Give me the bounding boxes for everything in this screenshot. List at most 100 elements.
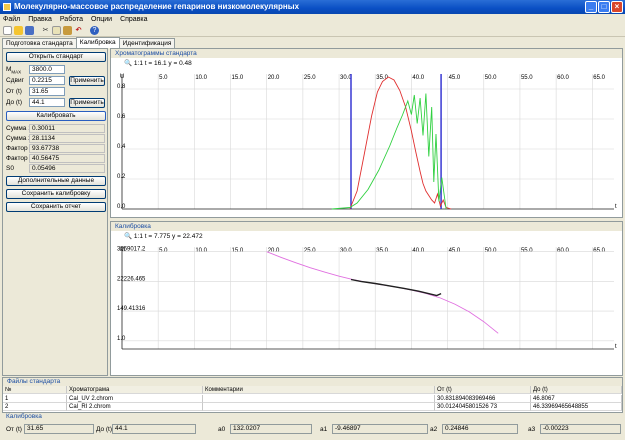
maximize-button[interactable]: □	[598, 1, 610, 13]
table-row[interactable]: 2 Cal_RI 2.chrom 30.0124045801526 73 46.…	[3, 403, 622, 411]
calibrate-button[interactable]: Калибровать	[6, 111, 106, 121]
x-tick-label: 45.0	[449, 75, 461, 81]
menu-file[interactable]: Файл	[3, 14, 20, 25]
x-axis-label: t	[615, 204, 617, 210]
window-titlebar[interactable]: Молекулярно-массовое распределение гепар…	[0, 0, 625, 14]
x-tick-label: 35.0	[376, 248, 388, 254]
a3-value: -0.00223	[540, 424, 621, 434]
cut-icon[interactable]: ✂	[41, 26, 50, 35]
series-line	[266, 251, 499, 334]
x-tick-label: 55.0	[521, 248, 533, 254]
close-button[interactable]: ×	[611, 1, 623, 13]
extra-data-button[interactable]: Дополнительные данные	[6, 176, 106, 186]
tab-standard-prep[interactable]: Подготовка стандарта	[2, 38, 77, 48]
chromatogram-toolbar: 🔍 1:1 t = 16.1 y = 0.48	[124, 60, 192, 68]
apply-shift-button[interactable]: Применить	[69, 76, 105, 86]
mw-label: MMAX	[6, 66, 22, 75]
chromatogram-pane: Хроматограммы стандарта 🔍 1:1 t = 16.1 y…	[110, 48, 623, 218]
from-label: От (t)	[6, 88, 22, 95]
x-tick-label: 5.0	[159, 248, 168, 254]
tab-strip: Подготовка стандарта Калибровка Идентифи…	[2, 37, 176, 48]
chromatogram-pane-title: Хроматограммы стандарта	[111, 49, 622, 58]
stat-label: Фактор r	[6, 145, 32, 152]
to-input[interactable]: 44.1	[29, 98, 65, 107]
menu-options[interactable]: Опции	[91, 14, 112, 25]
save-report-button[interactable]: Сохранить отчет	[6, 202, 106, 212]
save-icon[interactable]	[25, 26, 34, 35]
stat-value: 28.1134	[29, 134, 105, 143]
col-from: От (t)	[435, 386, 531, 394]
a1-label: a1	[320, 426, 328, 433]
cell-from: 30.0124045801526 73	[435, 403, 531, 411]
calibration-coefficients: От (t) 31.65 До (t) 44.1 a0 132.0207 a1 …	[2, 421, 623, 438]
y-tick-label: 1.0	[117, 336, 126, 342]
cell-comments[interactable]	[203, 403, 435, 411]
table-header: № Хроматограма Комментарии От (t) До (t)	[3, 386, 622, 394]
stat-label: S0	[6, 165, 14, 172]
zoom-icon[interactable]: 🔍	[124, 233, 132, 240]
apply-range-button[interactable]: Применить	[69, 98, 105, 108]
y-axis-label: U	[120, 74, 124, 80]
chromatogram-readout: 1:1 t = 16.1 y = 0.48	[133, 60, 192, 67]
x-tick-label: 15.0	[232, 248, 244, 254]
minimize-button[interactable]: _	[585, 1, 597, 13]
a0-label: a0	[218, 426, 226, 433]
paste-icon[interactable]	[63, 26, 72, 35]
chromatogram-chart[interactable]: 5.0 10.0 15.0 20.0 25.0 30.0 35.0 40.0 45.0 50.0 5…	[111, 68, 622, 218]
cell-to: 46.33969465648855	[531, 403, 622, 411]
y-tick-label: 22226.465	[117, 276, 146, 282]
standard-files-panel: Файлы стандарта № Хроматограма Комментар…	[2, 377, 623, 413]
calibration-pane-title: Калибровка	[111, 222, 622, 231]
stat-label: Фактор f	[6, 155, 32, 162]
tab-identification[interactable]: Идентификация	[118, 38, 176, 48]
cell-to: 46.8067	[531, 395, 622, 403]
stat-value: 93.67738	[29, 144, 105, 153]
mw-max-input[interactable]: 3800.0	[29, 65, 65, 74]
x-tick-label: 5.0	[159, 75, 168, 81]
x-tick-label: 50.0	[485, 75, 497, 81]
calibration-toolbar: 🔍 1:1 t = 7.775 y = 22.472	[124, 233, 203, 241]
open-icon[interactable]	[14, 26, 23, 35]
x-tick-label: 60.0	[557, 248, 569, 254]
standard-files-title: Файлы стандарта	[3, 378, 622, 386]
calibration-chart[interactable]: 5.0 10.0 15.0 20.0 25.0 30.0 35.0 40.0 45.0 50.0 5…	[111, 241, 622, 376]
col-number: №	[3, 386, 67, 394]
menu-help[interactable]: Справка	[120, 14, 147, 25]
shift-input[interactable]: 0.2215	[29, 76, 65, 85]
undo-icon[interactable]: ↶	[74, 26, 83, 35]
col-comments: Комментарии	[203, 386, 435, 394]
calibration-section-title: Калибровка	[6, 413, 42, 420]
toolbar: ✂ ↶ ?	[0, 25, 625, 37]
y-tick-label: 0.6	[117, 114, 126, 120]
menu-edit[interactable]: Правка	[28, 14, 52, 25]
tab-calibration[interactable]: Калибровка	[75, 37, 120, 48]
table-row[interactable]: 1 Cal_UV 2.chrom 30.831894083969466 46.8…	[3, 395, 622, 403]
stat-value: 40.56475	[29, 154, 105, 163]
x-tick-label: 25.0	[304, 75, 316, 81]
x-tick-label: 55.0	[521, 75, 533, 81]
help-icon[interactable]: ?	[90, 26, 99, 35]
a0-value: 132.0207	[230, 424, 312, 434]
menu-work[interactable]: Работа	[60, 14, 83, 25]
save-calibration-button[interactable]: Сохранить калибровку	[6, 189, 106, 199]
copy-icon[interactable]	[52, 26, 61, 35]
zoom-icon[interactable]: 🔍	[124, 60, 132, 67]
a2-label: a2	[430, 426, 438, 433]
window-title: Молекулярно-массовое распределение гепар…	[14, 2, 300, 11]
from-label: От (t)	[6, 426, 22, 433]
from-input[interactable]: 31.65	[29, 87, 65, 96]
x-tick-label: 60.0	[557, 75, 569, 81]
col-to: До (t)	[531, 386, 622, 394]
shift-label: Сдвиг	[6, 77, 24, 84]
x-tick-label: 65.0	[593, 75, 605, 81]
new-icon[interactable]	[3, 26, 12, 35]
series-line	[350, 278, 442, 297]
cell-from: 30.831894083969466	[435, 395, 531, 403]
x-tick-label: 45.0	[449, 248, 461, 254]
cell-chromatogram: Cal_RI 2.chrom	[67, 403, 203, 411]
x-tick-label: 50.0	[485, 248, 497, 254]
a2-value: 0.24846	[442, 424, 518, 434]
cell-comments[interactable]	[203, 395, 435, 403]
x-tick-label: 40.0	[412, 75, 424, 81]
open-standard-button[interactable]: Открыть стандарт	[6, 52, 106, 62]
